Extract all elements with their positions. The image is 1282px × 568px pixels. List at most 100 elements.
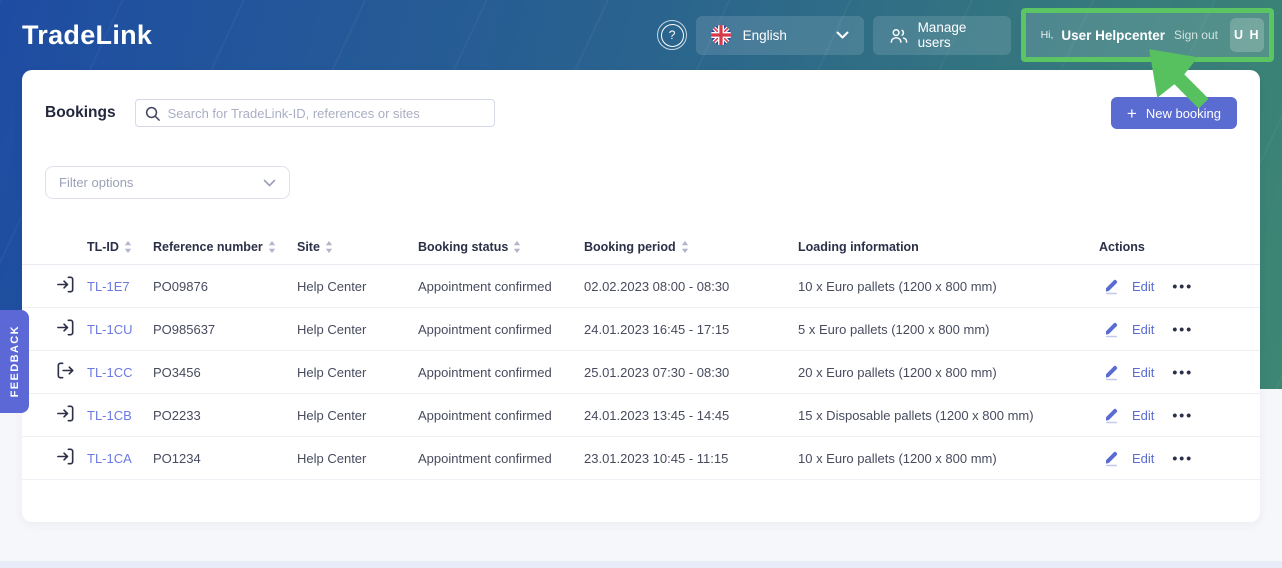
column-header-site[interactable]: Site: [297, 240, 418, 254]
inbound-arrow-icon: [55, 274, 87, 298]
more-actions-icon[interactable]: •••: [1172, 450, 1193, 466]
edit-pencil-icon[interactable]: [1103, 277, 1120, 295]
tl-id-link[interactable]: TL-1CC: [87, 365, 153, 380]
card-toolbar: Bookings + New booking: [22, 70, 1260, 129]
column-header-reference-number[interactable]: Reference number: [153, 240, 297, 254]
booking-status-cell: Appointment confirmed: [418, 278, 552, 294]
edit-pencil-icon[interactable]: [1103, 449, 1120, 467]
help-icon[interactable]: ?: [657, 20, 688, 50]
search-icon: [145, 106, 160, 121]
column-header-booking-status[interactable]: Booking status: [418, 240, 584, 254]
loading-information-cell: 15 x Disposable pallets (1200 x 800 mm): [798, 407, 1034, 423]
column-header-loading-information: Loading information: [798, 239, 919, 254]
site-cell: Help Center: [297, 364, 367, 380]
edit-button[interactable]: Edit: [1132, 322, 1154, 337]
reference-number-cell: PO1234: [153, 450, 201, 466]
booking-period-cell: 24.01.2023 16:45 - 17:15: [584, 321, 730, 337]
actions-cell: Edit •••: [1099, 320, 1248, 338]
reference-number-cell: PO985637: [153, 321, 216, 337]
more-actions-icon[interactable]: •••: [1172, 278, 1193, 294]
avatar: U H: [1230, 18, 1264, 52]
outbound-arrow-icon: [55, 360, 87, 384]
actions-cell: Edit •••: [1099, 277, 1248, 295]
user-menu[interactable]: Hi, User Helpcenter Sign out U H: [1025, 13, 1269, 57]
users-icon: [888, 25, 909, 46]
table-header-row: TL-ID Reference number Site Booking stat…: [22, 229, 1260, 265]
sort-icon[interactable]: [513, 240, 521, 253]
tl-id-link[interactable]: TL-1CB: [87, 408, 153, 423]
page-title: Bookings: [45, 104, 116, 121]
inbound-arrow-icon: [55, 446, 87, 470]
column-header-booking-period[interactable]: Booking period: [584, 240, 798, 254]
reference-number-cell: PO09876: [153, 278, 208, 294]
feedback-label: FEEDBACK: [8, 325, 21, 398]
tl-id-link[interactable]: TL-1CA: [87, 451, 153, 466]
search-field-wrapper: [134, 99, 495, 127]
filter-options-label: Filter options: [59, 175, 134, 190]
manage-users-button[interactable]: Manage users: [872, 15, 1011, 55]
booking-period-cell: 24.01.2023 13:45 - 14:45: [584, 407, 730, 423]
actions-cell: Edit •••: [1099, 363, 1248, 381]
new-booking-button[interactable]: + New booking: [1110, 97, 1237, 129]
user-name: User Helpcenter: [1061, 27, 1165, 43]
tl-id-link[interactable]: TL-1CU: [87, 322, 153, 337]
actions-cell: Edit •••: [1099, 406, 1248, 424]
loading-information-cell: 10 x Euro pallets (1200 x 800 mm): [798, 278, 997, 294]
edit-button[interactable]: Edit: [1132, 365, 1154, 380]
filter-options-dropdown[interactable]: Filter options: [45, 166, 290, 199]
language-selector[interactable]: English: [695, 15, 864, 55]
tutorial-highlight-frame: Hi, User Helpcenter Sign out U H: [1020, 8, 1274, 62]
inbound-arrow-icon: [55, 317, 87, 341]
loading-information-cell: 10 x Euro pallets (1200 x 800 mm): [798, 450, 997, 466]
actions-cell: Edit •••: [1099, 449, 1248, 467]
booking-period-cell: 25.01.2023 07:30 - 08:30: [584, 364, 730, 380]
site-cell: Help Center: [297, 278, 367, 294]
manage-users-label: Manage users: [917, 20, 967, 50]
column-header-actions: Actions: [1099, 239, 1145, 254]
sort-icon[interactable]: [325, 240, 333, 253]
language-label: English: [742, 27, 787, 43]
site-cell: Help Center: [297, 450, 367, 466]
sign-out-link[interactable]: Sign out: [1174, 28, 1218, 42]
loading-information-cell: 5 x Euro pallets (1200 x 800 mm): [798, 321, 990, 337]
table-row: TL-1CA PO1234 Help Center Appointment co…: [22, 437, 1260, 480]
table-row: TL-1CU PO985637 Help Center Appointment …: [22, 308, 1260, 351]
app-header: TradeLink ? English Manage users Hi, Use…: [0, 0, 1282, 70]
tl-id-link[interactable]: TL-1E7: [87, 279, 153, 294]
chevron-down-icon: [836, 31, 849, 39]
header-actions: ? English Manage users Hi, User Helpcent…: [657, 8, 1274, 62]
chevron-down-icon: [263, 179, 276, 187]
table-row: TL-1CC PO3456 Help Center Appointment co…: [22, 351, 1260, 394]
inbound-arrow-icon: [55, 403, 87, 427]
booking-status-cell: Appointment confirmed: [418, 450, 552, 466]
loading-information-cell: 20 x Euro pallets (1200 x 800 mm): [798, 364, 997, 380]
edit-button[interactable]: Edit: [1132, 451, 1154, 466]
edit-button[interactable]: Edit: [1132, 279, 1154, 294]
column-header-tl-id[interactable]: TL-ID: [87, 240, 153, 254]
more-actions-icon[interactable]: •••: [1172, 364, 1193, 380]
edit-button[interactable]: Edit: [1132, 408, 1154, 423]
table-row: TL-1CB PO2233 Help Center Appointment co…: [22, 394, 1260, 437]
site-cell: Help Center: [297, 321, 367, 337]
reference-number-cell: PO2233: [153, 407, 201, 423]
bookings-card: Bookings + New booking Filter options TL…: [22, 70, 1260, 522]
edit-pencil-icon[interactable]: [1103, 320, 1120, 338]
bottom-strip: [0, 561, 1282, 568]
sort-icon[interactable]: [124, 240, 132, 253]
edit-pencil-icon[interactable]: [1103, 406, 1120, 424]
feedback-tab[interactable]: FEEDBACK: [0, 310, 29, 413]
more-actions-icon[interactable]: •••: [1172, 321, 1193, 337]
uk-flag-icon: [710, 25, 731, 45]
booking-status-cell: Appointment confirmed: [418, 407, 552, 423]
sort-icon[interactable]: [681, 240, 689, 253]
table-row: TL-1E7 PO09876 Help Center Appointment c…: [22, 265, 1260, 308]
sort-icon[interactable]: [268, 240, 276, 253]
more-actions-icon[interactable]: •••: [1172, 407, 1193, 423]
greeting-text: Hi,: [1040, 29, 1054, 41]
site-cell: Help Center: [297, 407, 367, 423]
edit-pencil-icon[interactable]: [1103, 363, 1120, 381]
reference-number-cell: PO3456: [153, 364, 201, 380]
search-input[interactable]: [134, 99, 495, 127]
booking-status-cell: Appointment confirmed: [418, 321, 552, 337]
tradelink-logo: TradeLink: [22, 19, 153, 50]
